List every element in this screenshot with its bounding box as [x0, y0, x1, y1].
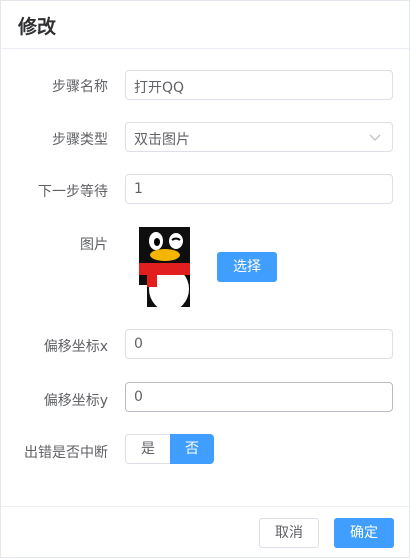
offset-x-value: 0: [134, 336, 143, 352]
edit-dialog: 修改 步骤名称 打开QQ 步骤类型 双击图片 下一步等待 1 图片 选择 偏移坐…: [0, 0, 410, 558]
step-name-input[interactable]: 打开QQ: [125, 70, 393, 100]
footer-divider: [1, 506, 409, 507]
step-type-select[interactable]: 双击图片: [125, 122, 393, 152]
step-name-label: 步骤名称: [52, 79, 108, 95]
offset-y-label: 偏移坐标y: [43, 393, 108, 409]
offset-x-input[interactable]: 0: [125, 329, 393, 359]
offset-x-label: 偏移坐标x: [43, 339, 108, 355]
select-image-button[interactable]: 选择: [217, 252, 277, 282]
dialog-title: 修改: [18, 16, 57, 38]
stop-on-error-toggle: 是 否: [125, 434, 214, 464]
cancel-button[interactable]: 取消: [259, 518, 319, 548]
stop-on-error-label: 出错是否中断: [24, 445, 108, 461]
next-wait-input[interactable]: 1: [125, 174, 393, 204]
dialog-header: 修改: [1, 1, 409, 49]
next-wait-label: 下一步等待: [38, 184, 108, 200]
offset-y-value: 0: [134, 389, 143, 405]
image-label: 图片: [80, 237, 108, 253]
offset-y-input[interactable]: 0: [125, 382, 393, 412]
step-type-label: 步骤类型: [52, 132, 108, 148]
step-name-value: 打开QQ: [134, 80, 185, 96]
next-wait-value: 1: [134, 181, 143, 197]
qq-penguin-image: [139, 227, 190, 307]
confirm-button[interactable]: 确定: [334, 518, 394, 548]
step-type-value: 双击图片: [134, 132, 190, 148]
option-yes-button[interactable]: 是: [125, 434, 170, 464]
chevron-down-icon[interactable]: [368, 130, 382, 144]
option-no-button[interactable]: 否: [170, 434, 214, 464]
